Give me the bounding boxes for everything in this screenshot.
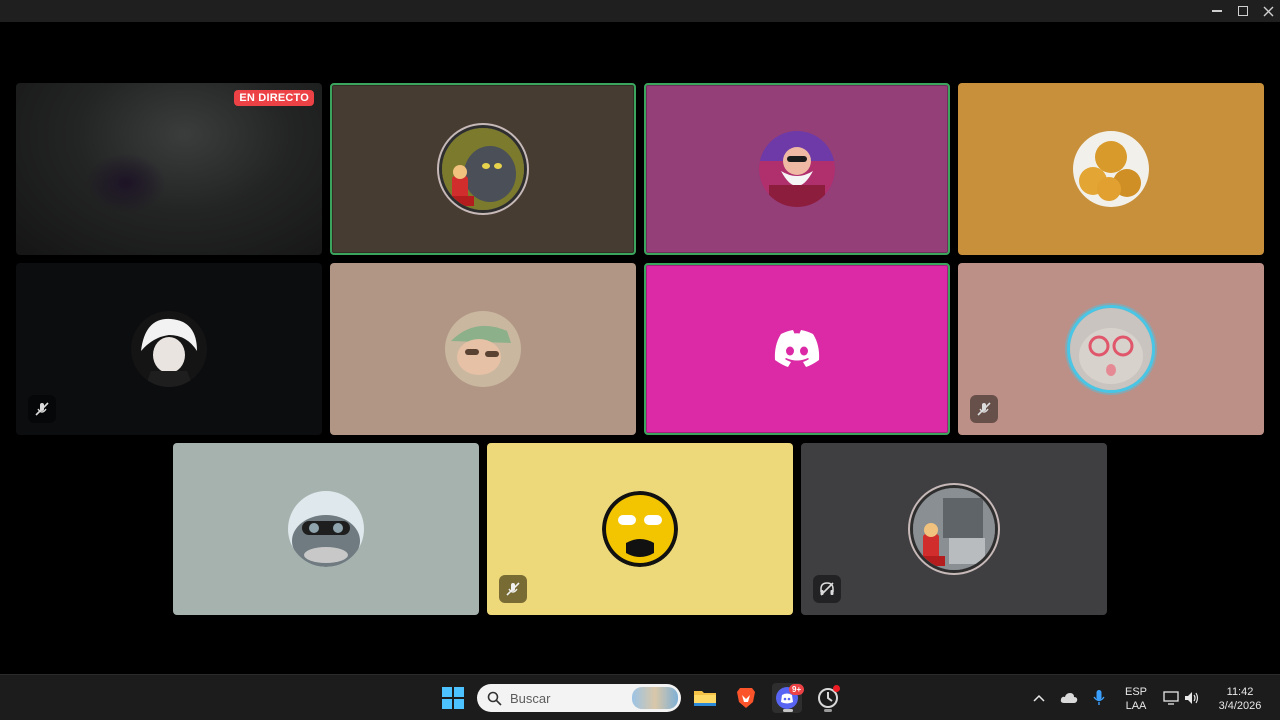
- minimize-button[interactable]: [1205, 0, 1229, 22]
- search-box[interactable]: Buscar: [477, 684, 681, 712]
- onedrive-button[interactable]: [1055, 683, 1083, 713]
- shark-avatar: [288, 491, 364, 567]
- windows-logo-icon: [442, 687, 464, 709]
- cat-mario-avatar: [442, 128, 524, 210]
- food-avatar: [1073, 131, 1149, 207]
- participant-tile-5[interactable]: [330, 263, 636, 435]
- chevron-up-icon: [1033, 694, 1045, 702]
- speaker-icon: [1185, 692, 1199, 704]
- participant-tile-10[interactable]: [801, 443, 1107, 615]
- cloud-icon: [1060, 693, 1078, 703]
- muted-indicator: [28, 395, 56, 423]
- keyboard-layout: LAA: [1125, 700, 1147, 712]
- clock-time: 11:42: [1226, 686, 1254, 698]
- clock-date: 3/4/2026: [1218, 700, 1262, 712]
- live-badge: EN DIRECTO: [234, 90, 314, 106]
- participant-tile-8[interactable]: [173, 443, 479, 615]
- microphone-icon: [1093, 690, 1105, 705]
- blurred-stream-preview: [86, 153, 166, 213]
- cat-glasses-avatar: [1070, 308, 1152, 390]
- headphones-muted-icon: [820, 582, 834, 596]
- brave-lion-icon: [737, 688, 755, 708]
- start-button[interactable]: [438, 683, 468, 713]
- muted-indicator: [970, 395, 998, 423]
- close-button[interactable]: [1256, 0, 1280, 22]
- file-explorer-button[interactable]: [690, 683, 720, 713]
- brave-browser-button[interactable]: [731, 683, 761, 713]
- maximize-button[interactable]: [1231, 0, 1255, 22]
- minimize-icon: [1212, 10, 1222, 12]
- maximize-icon: [1238, 6, 1248, 16]
- running-app-indicator: [824, 709, 832, 712]
- participant-tile-9[interactable]: [487, 443, 793, 615]
- photo-avatar: [445, 311, 521, 387]
- mic-muted-icon: [506, 582, 520, 596]
- clock[interactable]: 11:42 3/4/2026: [1210, 685, 1270, 713]
- participant-tile-2[interactable]: [644, 83, 950, 255]
- discord-taskbar-button[interactable]: 9+: [772, 683, 805, 713]
- search-icon: [487, 691, 502, 706]
- language-indicator[interactable]: ESP LAA: [1120, 685, 1152, 713]
- language-code: ESP: [1124, 686, 1147, 698]
- mic-muted-icon: [977, 402, 991, 416]
- search-placeholder: Buscar: [510, 690, 551, 706]
- active-app-indicator: [783, 709, 793, 712]
- microphone-button[interactable]: [1085, 683, 1113, 713]
- deafened-indicator: [813, 575, 841, 603]
- taskbar: Buscar 9+ ESP LAA 11:42 3/4/2026: [0, 674, 1280, 720]
- participant-tile-1[interactable]: [330, 83, 636, 255]
- folder-icon: [694, 691, 716, 706]
- muted-indicator: [499, 575, 527, 603]
- title-bar: [0, 0, 1280, 22]
- notification-dot: [833, 685, 840, 692]
- mic-muted-icon: [35, 402, 49, 416]
- participant-tile-6[interactable]: [644, 263, 950, 435]
- network-monitor-icon: [1163, 691, 1179, 705]
- participant-tile-7[interactable]: [958, 263, 1264, 435]
- close-icon: [1263, 6, 1273, 16]
- discord-logo-icon: [774, 330, 820, 367]
- participant-tile-4[interactable]: [16, 263, 322, 435]
- search-highlight-image: [632, 687, 678, 709]
- smiley-avatar: [602, 491, 678, 567]
- participant-tile-3[interactable]: [958, 83, 1264, 255]
- discord-notification-badge: 9+: [789, 684, 805, 695]
- show-hidden-icons-button[interactable]: [1025, 683, 1053, 713]
- stream-tile[interactable]: EN DIRECTO: [16, 83, 322, 255]
- anime-avatar: [131, 311, 207, 387]
- app-button[interactable]: [813, 683, 843, 713]
- mario-room-avatar: [913, 488, 995, 570]
- volume-button[interactable]: [1180, 683, 1204, 713]
- old-master-avatar: [759, 131, 835, 207]
